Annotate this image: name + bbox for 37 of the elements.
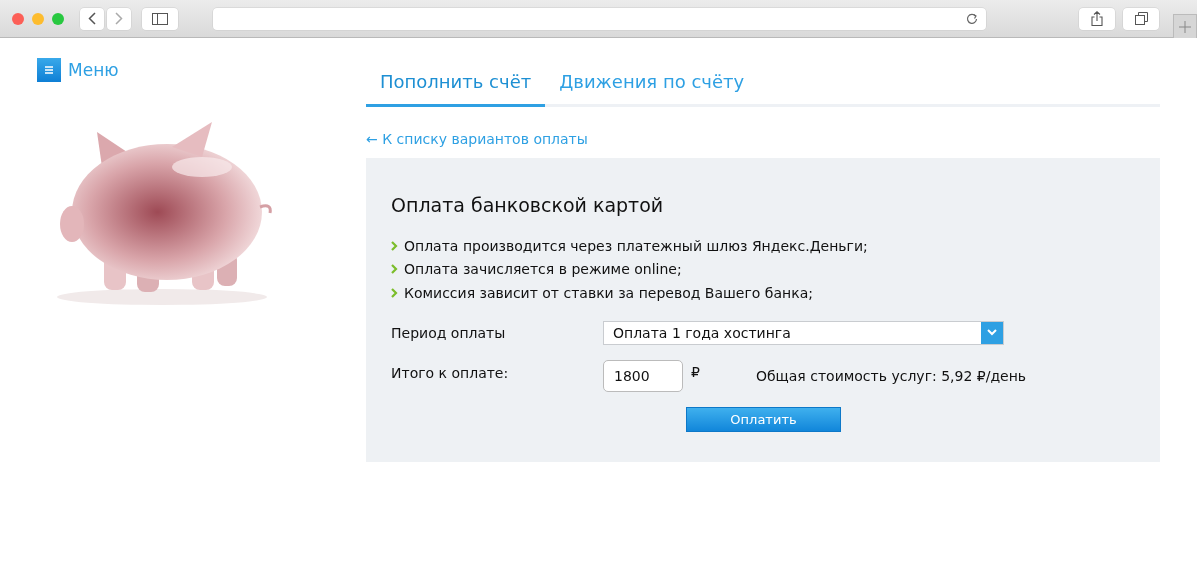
tab[interactable]: Движения по счёту [545, 67, 759, 107]
back-link[interactable]: ← К списку вариантов оплаты [366, 131, 588, 147]
chevron-icon [391, 264, 398, 275]
chevron-down-icon [987, 329, 997, 336]
chevron-right-icon [115, 12, 123, 25]
pay-button[interactable]: Оплатить [686, 406, 841, 432]
plus-icon [1179, 20, 1191, 33]
sidebar-icon [152, 12, 168, 25]
reload-icon [966, 12, 978, 25]
bullet-text: Комиссия зависит от ставки за перевод Вашего банка; [404, 284, 813, 301]
tab[interactable]: Пополнить счёт [366, 67, 546, 107]
chevron-icon [391, 287, 398, 298]
tabs-button[interactable] [1123, 7, 1159, 30]
period-label: Период оплаты [391, 324, 507, 341]
menu-icon[interactable] [37, 58, 61, 82]
menu-link[interactable]: Меню [68, 60, 119, 80]
sidebar-button[interactable] [142, 7, 178, 30]
total-label: Итого к оплате: [391, 363, 510, 381]
close-window-button[interactable] [12, 12, 24, 25]
share-button[interactable] [1079, 7, 1115, 30]
chevron-icon [391, 240, 398, 251]
currency-sign: ₽ [691, 363, 700, 380]
back-button[interactable] [80, 7, 104, 30]
new-tab-button[interactable] [1173, 14, 1197, 38]
daily-cost-text: Общая стоимость услуг: 5,92 ₽/день [755, 367, 1027, 384]
zoom-window-button[interactable] [52, 12, 64, 25]
bullet-text: Оплата производится через платежный шлюз Яндекс.Деньги; [404, 237, 868, 254]
chevron-left-icon [88, 12, 96, 25]
share-icon [1091, 11, 1103, 26]
bullet-text: Оплата зачисляется в режиме online; [404, 261, 682, 278]
period-dropdown[interactable]: Оплата 1 года хостинга [603, 320, 1004, 345]
address-bar[interactable] [213, 7, 986, 30]
tabs-icon [1134, 12, 1148, 25]
forward-button[interactable] [107, 7, 131, 30]
panel-title: Оплата банковской картой [391, 194, 665, 216]
amount-field[interactable]: 1800 [603, 359, 683, 392]
minimize-window-button[interactable] [32, 12, 44, 25]
